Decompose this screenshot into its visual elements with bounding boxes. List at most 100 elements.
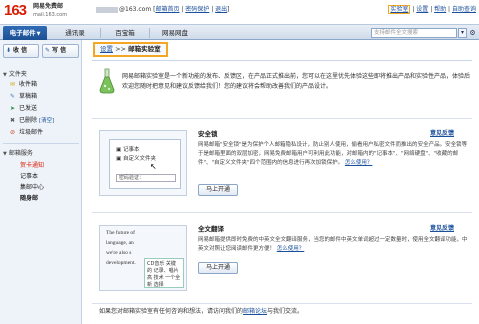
security-lock-screenshot: ▣ 记事本 ▣ 自定义文件夹 ↖ 密码验证： (99, 130, 187, 196)
divider (92, 118, 472, 119)
tab-divider (100, 28, 101, 38)
feature-description: 网易邮箱提供即时免费的中英文全文翻译服务，当您的邮件中英文单词超过一定数量时，使… (198, 236, 472, 254)
intro-text: 网易邮箱实验室是一个新功能的发布、反馈区，在产品正式推出前，您可以在这里优先体验… (122, 73, 471, 90)
divider (92, 60, 472, 61)
tab-divider (149, 28, 150, 38)
thumb-translation-popup: CD音乐 关键 的 记录、唱片 高 技术 一个全 新 选择 (144, 258, 184, 288)
sidebar-divider (3, 143, 79, 144)
divider (92, 212, 472, 213)
user-area: @163.com [邮箱首页 | 密码保护 | 退出] (96, 4, 230, 13)
drafts-icon: ✎ (10, 93, 16, 100)
thumb-password-field: 密码验证： (116, 174, 176, 182)
tab-email-label: 电子邮件 (9, 29, 36, 37)
chevron-down-icon: ▼ (36, 31, 41, 37)
footer-suffix: 与我们交流。 (267, 308, 304, 315)
trash-icon: ✖ (10, 117, 16, 124)
user-name-redacted (96, 6, 118, 13)
thumb-text-line: The future of (106, 230, 136, 236)
sidebar-item-cards[interactable]: 贺卡通知 (20, 160, 44, 169)
sidebar-item-sent[interactable]: ➤ 已发送 (10, 104, 37, 113)
feature-description: 网易邮箱"安全锁"是为保护个人邮箱隐私设计，防止别人使用，偷看用户私密文件而推出… (198, 141, 472, 168)
thumb-window: ▣ 记事本 ▣ 自定义文件夹 ↖ 密码验证： (109, 139, 181, 189)
thumb-notepad-label: 记事本 (122, 147, 140, 153)
feedback-link[interactable]: 意见反馈 (430, 128, 454, 137)
inbox-icon: ✉ (10, 81, 16, 88)
flask-icon (99, 68, 115, 94)
link-mail-home[interactable]: 邮箱首页 (155, 6, 179, 13)
main-nav: 电子邮件▼ 通讯录 百宝箱 网易网盘 支持邮件全文搜索 ▾ ⚙ (0, 24, 479, 40)
sidebar-item-deleted[interactable]: ✖ 已删除 [清空] (10, 116, 54, 125)
breadcrumb-separator: >> (115, 45, 126, 53)
feature-description-text: 网易邮箱"安全锁"是为保护个人邮箱隐私设计，防止别人使用，偷看用户私密文件而推出… (198, 142, 468, 166)
sidebar-actions: ⬇ 收 信 ✎ 写 信 (3, 44, 79, 58)
how-to-use-link[interactable]: 怎么使用？ (345, 160, 373, 166)
sidebar-item-inbox[interactable]: ✉ 收件箱 (10, 80, 37, 89)
compose-label: 写 信 (52, 47, 67, 54)
thumb-text-line: we're also s (106, 250, 132, 256)
page-header: 163 网易免费邮 mail.163.com @163.com [邮箱首页 | … (0, 0, 479, 24)
cursor-icon: ↖ (150, 162, 157, 171)
thumb-row: ▣ 记事本 (116, 147, 140, 153)
forum-link[interactable]: 邮箱论坛 (243, 308, 267, 315)
spam-icon: ⊘ (10, 129, 16, 136)
link-settings[interactable]: 设置 (416, 6, 428, 13)
sidebar-item-label: 已删除 (19, 117, 38, 124)
collapse-icon: ▼ (3, 151, 7, 157)
sidebar-item-label: 草稿箱 (19, 93, 38, 100)
sidebar-item-label: 垃圾邮件 (19, 129, 44, 136)
receive-button[interactable]: ⬇ 收 信 (3, 44, 39, 58)
link-password-protect[interactable]: 密码保护 (185, 6, 209, 13)
brand-domain: mail.163.com (33, 12, 68, 18)
sidebar-item-stamps[interactable]: 集邮中心 (20, 182, 44, 191)
compose-button[interactable]: ✎ 写 信 (42, 44, 79, 58)
tab-netdisk[interactable]: 网易网盘 (152, 26, 198, 40)
sidebar-item-drafts[interactable]: ✎ 草稿箱 (10, 92, 37, 101)
link-lab[interactable]: 实验室 (388, 5, 411, 14)
breadcrumb: 设置 >> 邮箱实验室 (93, 42, 168, 57)
folders-title-label: 文件夹 (8, 71, 27, 78)
thumb-row: ▣ 自定义文件夹 (116, 156, 156, 162)
feature-description-text: 网易邮箱提供即时免费的中英文全文翻译服务，当您的邮件中英文单词超过一定数量时，使… (198, 237, 468, 252)
sidebar: ⬇ 收 信 ✎ 写 信 ▼ 文件夹 ✉ 收件箱 ✎ 草稿箱 ➤ 已发送 ✖ 已删除 [清空] ⊘… (0, 40, 82, 324)
sent-icon: ➤ (10, 105, 16, 112)
sidebar-item-label: 收件箱 (19, 81, 38, 88)
receive-icon: ⬇ (6, 47, 12, 54)
receive-label: 收 信 (13, 47, 28, 54)
sidebar-item-spam[interactable]: ⊘ 垃圾邮件 (10, 128, 43, 137)
enable-security-lock-button[interactable]: 马上开通 (198, 184, 238, 196)
feedback-link[interactable]: 意见反馈 (430, 223, 454, 232)
enable-translation-button[interactable]: 马上开通 (198, 262, 238, 274)
sidebar-item-notepad[interactable]: 记事本 (20, 171, 38, 180)
empty-trash-link[interactable]: [清空] (39, 118, 54, 124)
apps-section-title[interactable]: ▼ 邮箱服务 (3, 148, 33, 157)
search-dropdown-icon[interactable]: ▾ (458, 28, 467, 38)
top-links: 实验室 | 设置 | 帮助 | 自助查询 (388, 5, 476, 14)
brand-title: 网易免费邮 (33, 3, 64, 10)
collapse-icon: ▼ (3, 72, 7, 78)
breadcrumb-settings-link[interactable]: 设置 (100, 45, 113, 53)
logo-number: 163 (4, 2, 27, 19)
user-email: @163.com (119, 6, 152, 13)
how-to-use-link[interactable]: 怎么使用？ (277, 246, 305, 252)
footer-note: 如果您对邮箱实验室有任何咨询和想法，请访问我们的邮箱论坛与我们交流。 (99, 306, 303, 315)
link-self-query[interactable]: 自助查询 (452, 6, 476, 13)
footer-prefix: 如果您对邮箱实验室有任何咨询和想法，请访问我们的 (99, 308, 244, 315)
link-logout[interactable]: 退出 (215, 6, 227, 13)
logo[interactable]: 163 (4, 2, 34, 20)
brand: 网易免费邮 mail.163.com (33, 3, 67, 19)
link-help[interactable]: 帮助 (434, 6, 446, 13)
compose-icon: ✎ (45, 47, 51, 54)
folders-section-title[interactable]: ▼ 文件夹 (3, 69, 27, 78)
feature-title: 全文翻译 (198, 225, 224, 233)
thumb-text-line: development. (106, 260, 136, 266)
thumb-text-line: language, an (106, 240, 134, 246)
tab-email[interactable]: 电子邮件▼ (3, 26, 47, 40)
search-input[interactable]: 支持邮件全文搜索 (371, 28, 457, 38)
tab-contacts[interactable]: 通讯录 (52, 26, 98, 40)
gear-icon[interactable]: ⚙ (468, 28, 477, 38)
feature-title: 安全锁 (198, 130, 218, 138)
apps-title-label: 邮箱服务 (8, 150, 33, 157)
tab-toolbox[interactable]: 百宝箱 (103, 26, 147, 40)
sidebar-item-mobile-mail[interactable]: 随身邮 (20, 193, 38, 202)
sidebar-item-label: 已发送 (19, 105, 38, 112)
